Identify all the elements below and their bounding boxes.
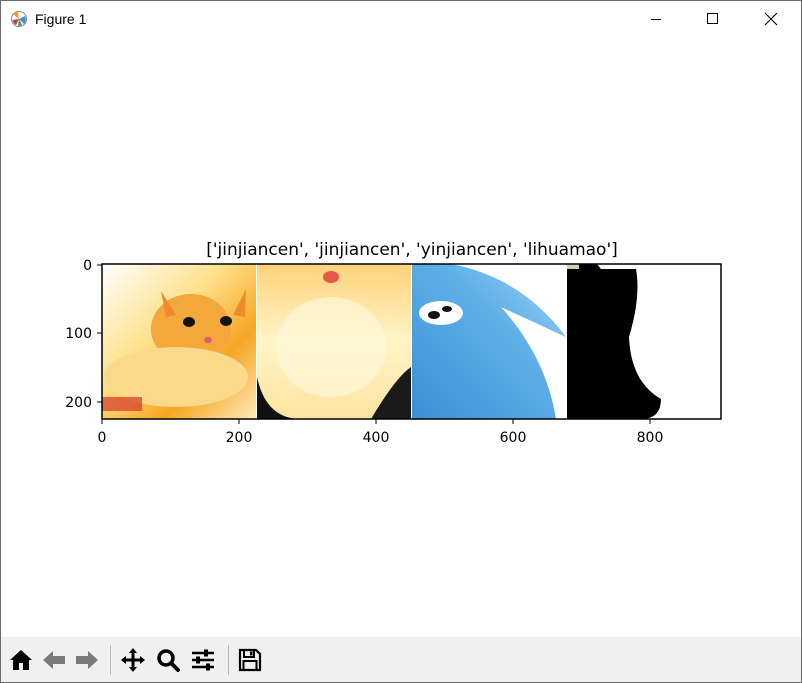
configure-subplots-button[interactable] — [188, 645, 218, 675]
y-tick-label: 100 — [65, 326, 92, 342]
close-button[interactable] — [748, 1, 794, 37]
title-bar[interactable]: Figure 1 — [1, 1, 801, 37]
navigation-toolbar — [1, 637, 801, 682]
x-tick-label: 400 — [363, 430, 390, 446]
zoom-button[interactable] — [153, 645, 183, 675]
home-button[interactable] — [6, 645, 36, 675]
figure-window: Figure 1 ['jinjiancen', 'jinjiancen', 'y… — [0, 0, 802, 683]
forward-button[interactable] — [72, 645, 102, 675]
maximize-button[interactable] — [690, 1, 736, 37]
pan-icon — [121, 648, 145, 672]
image-panel-1 — [102, 264, 256, 419]
image-panel-3 — [412, 264, 566, 419]
matplotlib-logo-icon — [10, 10, 28, 28]
forward-icon — [76, 651, 98, 669]
save-button[interactable] — [235, 645, 265, 675]
pan-button[interactable] — [118, 645, 148, 675]
back-icon — [43, 651, 65, 669]
toolbar-separator — [110, 645, 111, 675]
x-tick-label: 800 — [637, 430, 664, 446]
close-icon — [764, 12, 778, 26]
zoom-icon — [157, 649, 180, 672]
x-tick-label: 600 — [500, 430, 527, 446]
x-axis: 0 200 400 600 800 — [98, 419, 664, 446]
minimize-icon — [651, 19, 661, 20]
toolbar-separator — [228, 645, 229, 675]
y-tick-label: 0 — [83, 258, 92, 274]
home-icon — [10, 650, 32, 670]
image-panel-4 — [567, 264, 721, 419]
minimize-button[interactable] — [633, 1, 679, 37]
image-panel-2 — [257, 264, 411, 419]
save-icon — [238, 648, 262, 672]
window-title: Figure 1 — [35, 11, 87, 27]
maximize-icon — [707, 13, 718, 24]
y-axis: 0 100 200 — [65, 258, 102, 411]
y-tick-label: 200 — [65, 395, 92, 411]
axes-title: ['jinjiancen', 'jinjiancen', 'yinjiancen… — [206, 240, 618, 260]
x-tick-label: 0 — [98, 430, 107, 446]
x-tick-label: 200 — [226, 430, 253, 446]
back-button[interactable] — [39, 645, 69, 675]
configure-subplots-icon — [192, 649, 214, 671]
figure-canvas[interactable]: ['jinjiancen', 'jinjiancen', 'yinjiancen… — [1, 37, 801, 637]
